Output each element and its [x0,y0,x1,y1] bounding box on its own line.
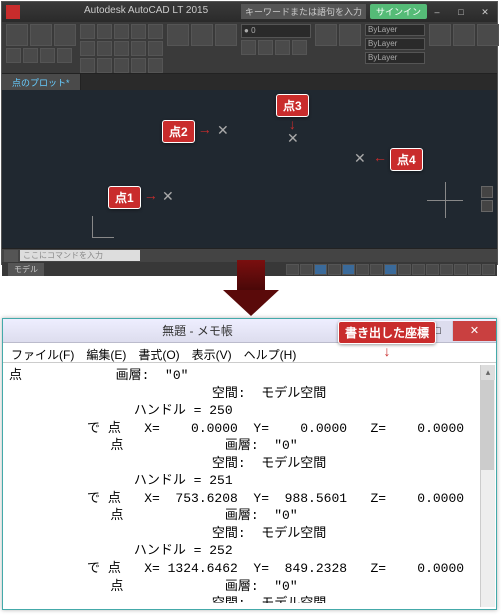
ribbon-btn[interactable] [429,24,451,46]
status-toggle[interactable] [454,264,467,275]
ribbon-btn[interactable] [453,24,475,46]
crosshair-cursor-icon [427,182,463,218]
cmd-icon [4,250,18,262]
ribbon-btn[interactable] [292,40,307,55]
ribbon-btn[interactable] [148,58,163,73]
scrollbar-vertical[interactable]: ▴ [480,365,495,607]
signin-button[interactable]: サインイン [370,4,427,19]
notepad-titlebar: 無題 - メモ帳 — □ ✕ 書き出した座標 [3,319,496,343]
status-toggle[interactable] [398,264,411,275]
text-tool-icon[interactable] [167,24,189,46]
status-toggle[interactable] [426,264,439,275]
acad-logo-icon [6,5,20,19]
status-toggle[interactable] [286,264,299,275]
point-marker-2 [217,122,229,139]
status-toggle[interactable] [356,264,369,275]
status-toggle[interactable] [314,264,327,275]
ribbon-btn[interactable] [275,40,290,55]
command-input[interactable]: ここにコマンドを入力 [20,250,140,261]
ucs-icon [92,208,122,238]
ribbon-btn[interactable] [258,40,273,55]
notepad-menubar: ファイル(F) 編集(E) 書式(O) 表示(V) ヘルプ(H) [3,343,496,363]
lweight-bylayer[interactable]: ByLayer [365,52,425,64]
callout-point3: 点3 [276,94,309,117]
drawing-canvas[interactable]: 点3 点2 点4 点1 [2,90,497,248]
status-toggle[interactable] [412,264,425,275]
callout-point4: 点4 [390,148,423,171]
ribbon-btn[interactable] [114,41,129,56]
file-tab[interactable]: 点のプロット* [2,74,81,90]
np-close-button[interactable]: ✕ [452,321,496,341]
ribbon-btn[interactable] [80,58,95,73]
minimize-button[interactable]: – [425,3,449,21]
notepad-textarea[interactable]: 点 画層: "0" 空間: モデル空間 ハンドル = 250 で 点 X= 0.… [3,363,496,603]
layer-selector[interactable]: ● 0 [241,24,311,38]
status-toggle[interactable] [300,264,313,275]
ribbon-btn[interactable] [6,24,28,46]
status-toggle[interactable] [468,264,481,275]
ribbon-btn[interactable] [241,40,256,55]
search-hint[interactable]: キーワードまたは語句を入力 [241,4,366,19]
ribbon-btn[interactable] [6,48,21,63]
menu-view[interactable]: 表示(V) [192,346,232,359]
scroll-thumb[interactable] [481,380,494,470]
ribbon-btn[interactable] [30,24,52,46]
ribbon-btn[interactable] [54,24,76,46]
callout-point1: 点1 [108,186,141,209]
ribbon-btn[interactable] [40,48,55,63]
file-tab-strip: 点のプロット* [2,74,497,90]
app-title: Autodesk AutoCAD LT 2015 [84,5,208,20]
status-toggle[interactable] [328,264,341,275]
ribbon-btn[interactable] [131,41,146,56]
callout-exported-coords: 書き出した座標 [338,321,436,344]
scroll-up-icon[interactable]: ▴ [481,365,495,380]
point-marker-1 [162,188,174,205]
ribbon-btn[interactable] [114,24,129,39]
ribbon-btn[interactable] [80,41,95,56]
view-nav [481,186,495,236]
table-tool-icon[interactable] [215,24,237,46]
model-tab[interactable]: モデル [8,263,44,276]
ribbon-btn[interactable] [477,24,499,46]
nav-btn[interactable] [481,200,493,212]
close-button[interactable]: ✕ [473,3,497,21]
ribbon-btn[interactable] [57,48,72,63]
menu-file[interactable]: ファイル(F) [11,346,74,359]
notepad-title: 無題 - メモ帳 [3,322,392,339]
color-bylayer[interactable]: ByLayer [365,24,425,36]
notepad-window: 無題 - メモ帳 — □ ✕ 書き出した座標 ファイル(F) 編集(E) 書式(… [2,318,497,610]
ribbon-btn[interactable] [131,24,146,39]
ribbon-btn[interactable] [80,24,95,39]
status-toggle[interactable] [342,264,355,275]
status-toggle[interactable] [370,264,383,275]
ribbon-btn[interactable] [97,58,112,73]
status-toggle[interactable] [384,264,397,275]
maximize-button[interactable]: □ [449,3,473,21]
autocad-window: Autodesk AutoCAD LT 2015 点のプロット.dwg キーワー… [1,1,498,265]
ribbon-btn[interactable] [148,24,163,39]
callout-point2: 点2 [162,120,195,143]
ribbon-btn[interactable] [148,41,163,56]
status-toggle[interactable] [440,264,453,275]
flow-arrow-icon [223,260,279,316]
menu-help[interactable]: ヘルプ(H) [244,346,297,359]
acad-titlebar: Autodesk AutoCAD LT 2015 点のプロット.dwg キーワー… [2,2,497,22]
menu-edit[interactable]: 編集(E) [86,346,126,359]
point-marker-3 [287,130,299,147]
ribbon-btn[interactable] [97,41,112,56]
ribbon-btn[interactable] [97,24,112,39]
menu-format[interactable]: 書式(O) [138,346,179,359]
block-tool-icon[interactable] [315,24,337,46]
ribbon-btn[interactable] [339,24,361,46]
ribbon-btn[interactable] [131,58,146,73]
nav-btn[interactable] [481,186,493,198]
ribbon-btn[interactable] [114,58,129,73]
point-marker-4 [354,150,366,167]
ltype-bylayer[interactable]: ByLayer [365,38,425,50]
status-toggle[interactable] [482,264,495,275]
ribbon: ● 0 ByLayer ByLayer ByLayer [2,22,497,74]
ribbon-btn[interactable] [23,48,38,63]
dimension-tool-icon[interactable] [191,24,213,46]
